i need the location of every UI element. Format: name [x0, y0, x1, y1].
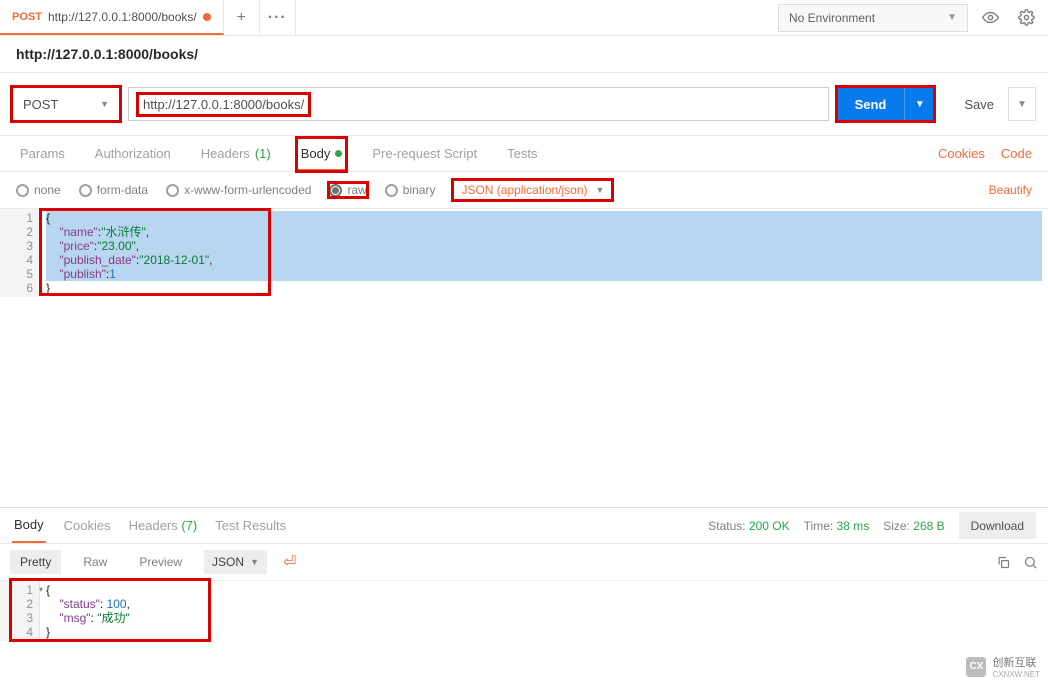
send-label: Send: [855, 97, 887, 112]
url-text: http://127.0.0.1:8000/books/: [143, 97, 304, 112]
method-dropdown[interactable]: POST ▼: [12, 87, 120, 121]
radio-icon: [385, 184, 398, 197]
body-opt-none[interactable]: none: [16, 183, 61, 197]
save-label: Save: [964, 97, 994, 112]
search-button[interactable]: [1023, 555, 1038, 570]
code-line: }: [46, 281, 1042, 295]
request-title-row: http://127.0.0.1:8000/books/: [0, 36, 1048, 73]
tab-headers[interactable]: Headers (1): [197, 138, 275, 169]
body-opt-formdata[interactable]: form-data: [79, 183, 148, 197]
save-button[interactable]: Save: [950, 87, 1008, 121]
code-line: "msg": "成功": [46, 611, 1042, 625]
radio-icon: [16, 184, 29, 197]
gutter: 1 2 3 4: [0, 581, 40, 641]
environment-dropdown[interactable]: No Environment ▼: [778, 4, 968, 32]
search-icon: [1023, 555, 1038, 570]
tab-method: POST: [12, 11, 42, 23]
code-line: {: [46, 583, 1042, 597]
settings-button[interactable]: [1012, 4, 1040, 32]
copy-icon: [996, 555, 1011, 570]
content-type-dropdown[interactable]: JSON (application/json)▼: [453, 180, 612, 200]
code-line: }: [46, 625, 1042, 639]
radio-icon: [166, 184, 179, 197]
new-tab-button[interactable]: +: [224, 0, 260, 35]
format-dropdown[interactable]: JSON▼: [204, 550, 267, 574]
caret-down-icon: ▼: [250, 557, 259, 567]
radio-icon: [79, 184, 92, 197]
beautify-button[interactable]: Beautify: [989, 183, 1032, 197]
download-button[interactable]: Download: [959, 512, 1036, 539]
code-line: "publish":1: [46, 267, 1042, 281]
view-pretty[interactable]: Pretty: [10, 550, 61, 574]
gutter: 1 2 3 4 5 6: [0, 209, 40, 297]
method-value: POST: [23, 97, 58, 112]
wrap-lines-button[interactable]: ⏎: [283, 552, 296, 572]
code-link[interactable]: Code: [1001, 146, 1032, 161]
url-highlight: http://127.0.0.1:8000/books/: [139, 95, 308, 114]
view-preview[interactable]: Preview: [129, 550, 192, 574]
radio-selected-icon: [329, 184, 342, 197]
code-line: {: [46, 211, 1042, 225]
copy-button[interactable]: [996, 555, 1011, 570]
code-line: "status": 100,: [46, 597, 1042, 611]
tab-authorization[interactable]: Authorization: [91, 138, 175, 169]
view-raw[interactable]: Raw: [73, 550, 117, 574]
response-tab-body[interactable]: Body: [12, 508, 46, 543]
body-opt-xform[interactable]: x-www-form-urlencoded: [166, 183, 311, 197]
response-body-editor[interactable]: 1 2 3 4 { "status": 100, "msg": "成功" }: [0, 581, 1048, 641]
tab-body[interactable]: Body: [297, 138, 347, 171]
response-tab-headers[interactable]: Headers (7): [129, 518, 198, 533]
request-body-editor[interactable]: 1 2 3 4 5 6 { "name":"水浒传", "price":"23.…: [0, 209, 1048, 297]
tabs-menu-button[interactable]: ···: [260, 0, 296, 35]
watermark: CX 创新互联 CXNXW.NET: [966, 654, 1040, 679]
url-input[interactable]: http://127.0.0.1:8000/books/: [128, 87, 829, 121]
response-tab-testresults[interactable]: Test Results: [215, 518, 286, 533]
cookies-link[interactable]: Cookies: [938, 146, 985, 161]
send-options-button[interactable]: ▼: [904, 87, 934, 121]
size-group: Size: 268 B: [883, 519, 944, 533]
request-title: http://127.0.0.1:8000/books/: [16, 46, 198, 62]
tab-tests[interactable]: Tests: [503, 138, 541, 169]
code-line: "publish_date":"2018-12-01",: [46, 253, 1042, 267]
environment-label: No Environment: [789, 11, 875, 25]
tab-url: http://127.0.0.1:8000/books/: [48, 10, 197, 24]
body-indicator-icon: [335, 150, 342, 157]
code-line: "name":"水浒传",: [46, 225, 1042, 239]
save-options-button[interactable]: ▼: [1008, 87, 1036, 121]
eye-icon: [982, 9, 999, 26]
body-opt-binary[interactable]: binary: [385, 183, 436, 197]
time-group: Time: 38 ms: [804, 519, 870, 533]
code-line: "price":"23.00",: [46, 239, 1042, 253]
response-tab-cookies[interactable]: Cookies: [64, 518, 111, 533]
send-button[interactable]: Send: [837, 87, 905, 121]
unsaved-dot-icon: [203, 13, 211, 21]
status-group: Status: 200 OK: [708, 519, 789, 533]
tab-params[interactable]: Params: [16, 138, 69, 169]
body-opt-raw[interactable]: raw: [329, 183, 366, 197]
tab-prerequest[interactable]: Pre-request Script: [368, 138, 481, 169]
caret-down-icon: ▼: [947, 12, 957, 23]
gear-icon: [1018, 9, 1035, 26]
request-tab[interactable]: POST http://127.0.0.1:8000/books/: [0, 0, 224, 35]
caret-down-icon: ▼: [100, 99, 109, 109]
logo-icon: CX: [966, 657, 986, 677]
environment-quicklook-button[interactable]: [976, 4, 1004, 32]
caret-down-icon: ▼: [596, 185, 605, 195]
